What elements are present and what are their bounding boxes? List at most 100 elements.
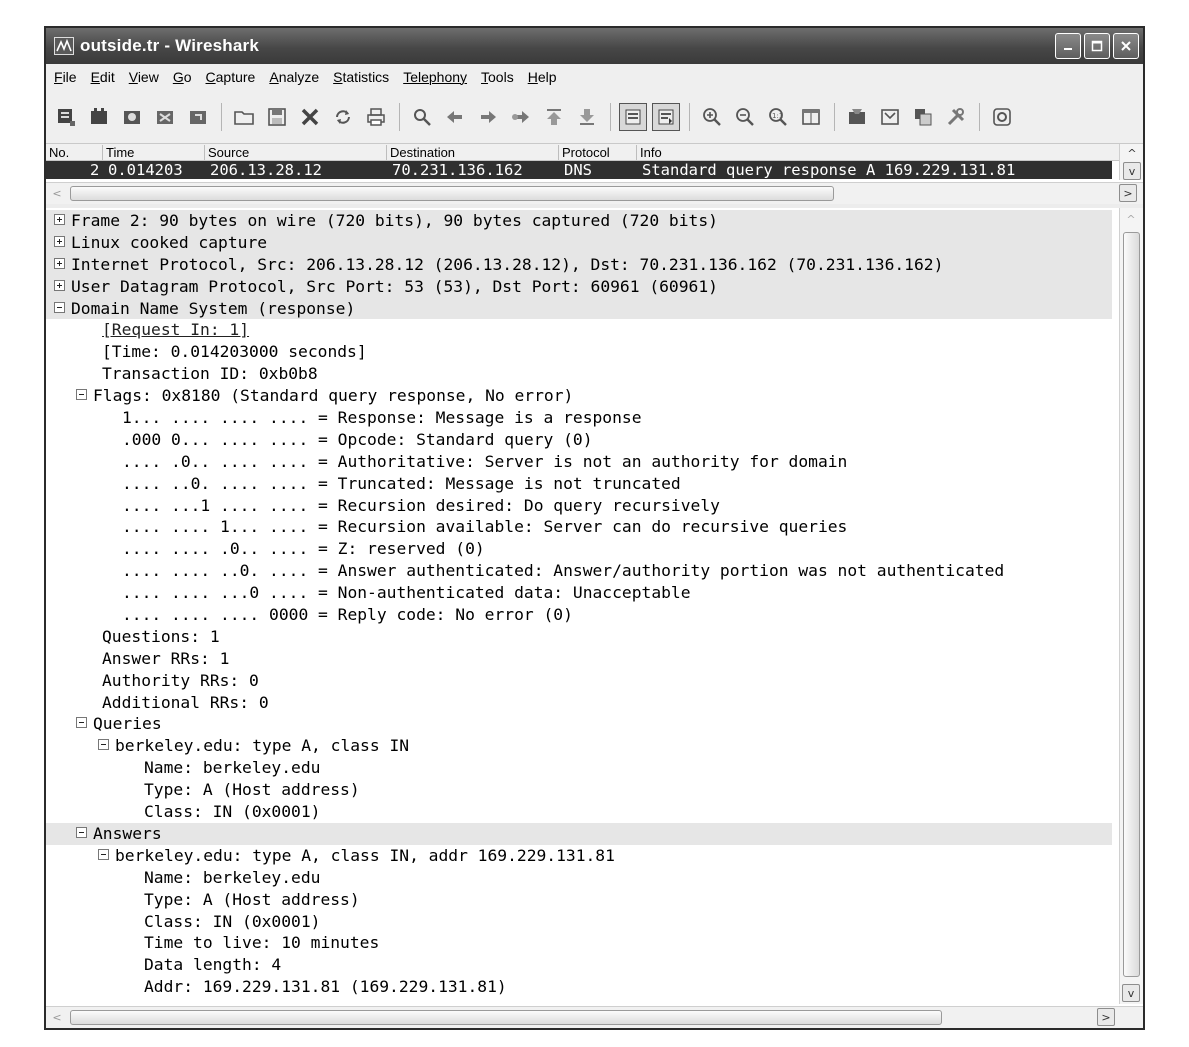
tree-item-queries[interactable]: Queries — [46, 713, 1112, 735]
go-forward-icon[interactable] — [474, 103, 502, 131]
scroll-down-icon[interactable]: v — [1123, 162, 1141, 180]
maximize-button[interactable] — [1084, 33, 1110, 59]
tree-item-query-field[interactable]: Type: A (Host address) — [46, 779, 1112, 801]
print-icon[interactable] — [362, 103, 390, 131]
save-file-icon[interactable] — [263, 103, 291, 131]
zoom-out-icon[interactable] — [731, 103, 759, 131]
collapse-icon[interactable] — [98, 848, 109, 860]
scroll-left-icon[interactable]: < — [48, 184, 66, 202]
expand-icon[interactable] — [54, 257, 65, 269]
packet-list-vertical-scrollbar[interactable]: ^ v — [1119, 144, 1143, 180]
column-header-source[interactable]: Source — [204, 145, 249, 160]
menu-telephony[interactable]: Telephony — [403, 69, 467, 85]
scroll-up-icon[interactable]: ^ — [1123, 144, 1141, 162]
expand-icon[interactable] — [54, 235, 65, 247]
restart-capture-icon[interactable] — [184, 103, 212, 131]
resize-columns-icon[interactable] — [797, 103, 825, 131]
tree-item-answer-field[interactable]: Data length: 4 — [46, 954, 1112, 976]
menu-view[interactable]: View — [129, 69, 159, 85]
coloring-rules-icon[interactable] — [909, 103, 937, 131]
normal-size-icon[interactable]: 1:1 — [764, 103, 792, 131]
tree-item-flag[interactable]: .... ..0. .... .... = Truncated: Message… — [46, 473, 1112, 495]
collapse-icon[interactable] — [76, 826, 87, 838]
tree-item-udp[interactable]: User Datagram Protocol, Src Port: 53 (53… — [46, 275, 1112, 298]
horizontal-scroll-thumb[interactable] — [70, 1010, 942, 1025]
details-vertical-scrollbar[interactable]: ^ v — [1119, 208, 1143, 1004]
menu-edit[interactable]: Edit — [91, 69, 115, 85]
preferences-icon[interactable] — [942, 103, 970, 131]
expand-icon[interactable] — [54, 279, 65, 291]
scroll-left-icon[interactable]: < — [48, 1008, 66, 1026]
tree-item-answer-rrs[interactable]: Answer RRs: 1 — [46, 648, 1112, 670]
expand-icon[interactable] — [54, 214, 65, 225]
tree-item-flag[interactable]: .... .... 1... .... = Recursion availabl… — [46, 516, 1112, 538]
tree-item-answer-field[interactable]: Addr: 169.229.131.81 (169.229.131.81) — [46, 976, 1112, 998]
tree-item-request-in[interactable]: [Request In: 1] — [46, 319, 1112, 341]
tree-item-flag[interactable]: .... .... ..0. .... = Answer authenticat… — [46, 560, 1112, 582]
request-in-link[interactable]: [Request In: 1] — [102, 320, 249, 339]
tree-item-dns[interactable]: Domain Name System (response) — [46, 297, 1112, 320]
tree-item-flag[interactable]: .... .... .0.. .... = Z: reserved (0) — [46, 538, 1112, 560]
tree-item-transaction-id[interactable]: Transaction ID: 0xb0b8 — [46, 363, 1112, 385]
go-to-packet-icon[interactable] — [507, 103, 535, 131]
column-header-destination[interactable]: Destination — [386, 145, 455, 160]
details-horizontal-scrollbar[interactable]: < > — [46, 1006, 1143, 1028]
close-file-icon[interactable] — [296, 103, 324, 131]
tree-item-frame[interactable]: Frame 2: 90 bytes on wire (720 bits), 90… — [46, 210, 1112, 232]
minimize-button[interactable] — [1055, 33, 1081, 59]
open-file-icon[interactable] — [230, 103, 258, 131]
collapse-icon[interactable] — [76, 389, 87, 401]
menu-statistics[interactable]: Statistics — [333, 69, 389, 85]
tree-item-time[interactable]: [Time: 0.014203000 seconds] — [46, 341, 1112, 363]
tree-item-additional-rrs[interactable]: Additional RRs: 0 — [46, 692, 1112, 714]
column-header-info[interactable]: Info — [636, 145, 662, 160]
auto-scroll-icon[interactable] — [652, 102, 680, 131]
tree-item-query-field[interactable]: Name: berkeley.edu — [46, 757, 1112, 779]
zoom-in-icon[interactable] — [698, 103, 726, 131]
tree-item-flag[interactable]: .... .... .... 0000 = Reply code: No err… — [46, 604, 1112, 626]
menu-help[interactable]: Help — [528, 69, 557, 85]
tree-item-answer-field[interactable]: Class: IN (0x0001) — [46, 911, 1112, 933]
first-packet-icon[interactable] — [540, 103, 568, 131]
packet-list-horizontal-scrollbar[interactable]: < > — [46, 182, 1143, 204]
display-filters-icon[interactable] — [876, 103, 904, 131]
go-back-icon[interactable] — [441, 103, 469, 131]
horizontal-scroll-thumb[interactable] — [70, 186, 834, 201]
start-capture-icon[interactable] — [118, 103, 146, 131]
stop-capture-icon[interactable] — [151, 103, 179, 131]
tree-item-answer-field[interactable]: Name: berkeley.edu — [46, 867, 1112, 889]
collapse-icon[interactable] — [54, 301, 65, 313]
menu-file[interactable]: File — [54, 69, 77, 85]
interfaces-icon[interactable] — [52, 103, 80, 131]
tree-item-query-field[interactable]: Class: IN (0x0001) — [46, 801, 1112, 823]
vertical-scroll-thumb[interactable] — [1123, 232, 1140, 977]
help-icon[interactable] — [988, 103, 1016, 131]
tree-item-query[interactable]: berkeley.edu: type A, class IN — [46, 735, 1112, 757]
scroll-down-icon[interactable]: v — [1122, 984, 1140, 1002]
tree-item-flag[interactable]: 1... .... .... .... = Response: Message … — [46, 407, 1112, 429]
tree-item-linux-cooked[interactable]: Linux cooked capture — [46, 231, 1112, 254]
tree-item-flag[interactable]: .... .... ...0 .... = Non-authenticated … — [46, 582, 1112, 604]
capture-options-icon[interactable] — [85, 103, 113, 131]
menu-go[interactable]: Go — [173, 69, 192, 85]
column-header-protocol[interactable]: Protocol — [558, 145, 610, 160]
tree-item-answer-field[interactable]: Time to live: 10 minutes — [46, 932, 1112, 954]
scroll-up-icon[interactable]: ^ — [1122, 210, 1140, 228]
tree-item-flag[interactable]: .000 0... .... .... = Opcode: Standard q… — [46, 429, 1112, 451]
reload-icon[interactable] — [329, 103, 357, 131]
column-header-no[interactable]: No. — [46, 145, 69, 160]
tree-item-answers[interactable]: Answers — [46, 822, 1112, 845]
tree-item-flags[interactable]: Flags: 0x8180 (Standard query response, … — [46, 385, 1112, 407]
title-bar[interactable]: outside.tr - Wireshark — [46, 28, 1143, 64]
colorize-icon[interactable] — [619, 102, 647, 131]
menu-capture[interactable]: Capture — [206, 69, 256, 85]
scroll-right-icon[interactable]: > — [1097, 1008, 1115, 1026]
column-header-time[interactable]: Time — [102, 145, 134, 160]
table-row[interactable]: 2 0.014203 206.13.28.12 70.231.136.162 D… — [46, 161, 1112, 179]
tree-item-flag[interactable]: .... .0.. .... .... = Authoritative: Ser… — [46, 451, 1112, 473]
menu-tools[interactable]: Tools — [481, 69, 514, 85]
scroll-right-icon[interactable]: > — [1119, 184, 1137, 202]
last-packet-icon[interactable] — [573, 103, 601, 131]
collapse-icon[interactable] — [98, 739, 109, 751]
tree-item-answer[interactable]: berkeley.edu: type A, class IN, addr 169… — [46, 845, 1112, 867]
